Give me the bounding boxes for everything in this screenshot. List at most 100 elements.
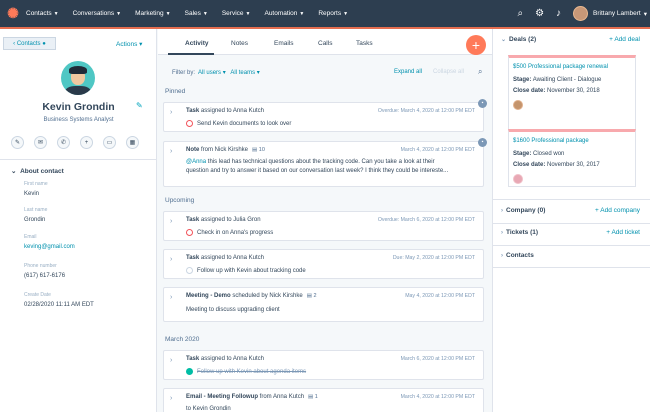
tab-activity[interactable]: Activity: [185, 40, 208, 47]
chevron-right-icon[interactable]: ›: [170, 357, 172, 364]
task-status-icon[interactable]: [186, 120, 193, 127]
chevron-right-icon: ›: [501, 230, 503, 236]
email-icon[interactable]: ✉: [34, 136, 47, 149]
divider: [493, 199, 650, 200]
contact-avatar[interactable]: [61, 61, 95, 95]
activity-date: March 4, 2020 at 12:00 PM EDT: [400, 147, 475, 153]
filter-teams-dropdown[interactable]: All teams: [230, 70, 255, 76]
deal-card[interactable]: $1600 Professional package Stage: Closed…: [508, 129, 636, 187]
tab-calls[interactable]: Calls: [318, 40, 332, 47]
divider: [0, 159, 156, 160]
section-pinned: Pinned: [165, 88, 186, 95]
task-status-icon[interactable]: [186, 229, 193, 236]
chevron-right-icon: ›: [501, 253, 503, 259]
nav-conversations[interactable]: Conversations ▼: [73, 10, 122, 17]
expand-all-link[interactable]: Expand all: [394, 69, 422, 75]
activity-card[interactable]: › Task assigned to Julia Gron Overdue: M…: [163, 211, 484, 241]
search-icon[interactable]: ⌕: [478, 67, 482, 77]
chevron-right-icon[interactable]: ›: [170, 218, 172, 225]
add-company-link[interactable]: + Add company: [595, 207, 640, 214]
activity-card[interactable]: › Meeting - Demo scheduled by Nick Kirsh…: [163, 287, 484, 322]
note-body: @Anna this lead has technical questions …: [186, 159, 449, 174]
plus-icon[interactable]: +: [80, 136, 93, 149]
deal-title-link[interactable]: $500 Professional package renewal: [513, 64, 608, 70]
nav-automation[interactable]: Automation ▼: [264, 10, 304, 17]
add-ticket-link[interactable]: + Add ticket: [606, 229, 640, 236]
comment-icon: ▤: [306, 293, 312, 299]
contacts-header[interactable]: › Contacts: [501, 252, 534, 259]
chevron-right-icon[interactable]: ›: [170, 148, 172, 155]
company-header[interactable]: › Company (0): [501, 207, 545, 214]
collapse-all-link[interactable]: Collapse all: [433, 69, 464, 75]
email-value[interactable]: keving@gmail.com: [24, 244, 75, 250]
add-deal-link[interactable]: + Add deal: [609, 36, 640, 43]
nav-marketing[interactable]: Marketing ▼: [135, 10, 171, 17]
activity-date: March 4, 2020 at 12:00 PM EDT: [400, 394, 475, 400]
tab-emails[interactable]: Emails: [274, 40, 294, 47]
nav-service[interactable]: Service ▼: [222, 10, 251, 17]
chevron-right-icon[interactable]: ›: [170, 256, 172, 263]
activity-card[interactable]: ▪ › Task assigned to Anna Kutch Overdue:…: [163, 99, 487, 132]
actions-dropdown[interactable]: Actions ▾: [116, 40, 142, 48]
active-tab-indicator: [168, 53, 214, 55]
activity-card[interactable]: › Task assigned to Anna Kutch Due: May 2…: [163, 249, 484, 279]
pin-icon[interactable]: ▪: [478, 99, 487, 108]
deals-header[interactable]: ⌄ Deals (2): [501, 36, 536, 43]
contacts-back-button[interactable]: ‹ Contacts ●: [3, 37, 56, 50]
nav-sales[interactable]: Sales ▼: [185, 10, 208, 17]
edit-pencil-icon[interactable]: ✎: [136, 101, 143, 110]
chevron-down-icon: ⌄: [11, 168, 17, 175]
section-upcoming: Upcoming: [165, 197, 195, 204]
activity-date: Overdue: March 4, 2020 at 12:00 PM EDT: [377, 108, 475, 114]
tab-tasks[interactable]: Tasks: [356, 40, 373, 47]
tab-notes[interactable]: Notes: [231, 40, 248, 47]
phone-value[interactable]: (617) 617-6176: [24, 273, 65, 279]
person-icon: ●: [42, 40, 46, 47]
create-date-label: Create Date: [24, 292, 51, 298]
contact-actions: ✎ ✉ ✆ + ▭ ▦: [11, 136, 149, 149]
filter-users-dropdown[interactable]: All users: [198, 70, 221, 76]
calendar-icon[interactable]: ▦: [126, 136, 139, 149]
activity-card[interactable]: › Task assigned to Anna Kutch March 6, 2…: [163, 350, 484, 380]
contact-sidebar: ‹ Contacts ● Actions ▾ Kevin Grondin ✎ B…: [0, 29, 157, 412]
filter-bar: Filter by: All users ▾ All teams ▾: [172, 70, 260, 76]
nav-reports[interactable]: Reports ▼: [318, 10, 348, 17]
add-activity-button[interactable]: +: [466, 35, 486, 55]
chevron-right-icon[interactable]: ›: [170, 395, 172, 402]
task-status-icon[interactable]: [186, 267, 193, 274]
deal-owner-avatar[interactable]: [513, 100, 523, 110]
activity-card[interactable]: ▪ › Note from Nick Kirshke ▤ 10 March 4, …: [163, 138, 487, 187]
task-complete-icon[interactable]: [186, 368, 193, 375]
gear-icon[interactable]: ⚙: [535, 8, 544, 19]
bell-icon[interactable]: ♪: [556, 8, 561, 19]
task-icon[interactable]: ▭: [103, 136, 116, 149]
user-avatar[interactable]: [573, 6, 589, 21]
create-date-value[interactable]: 02/28/2020 11:11 AM EDT: [24, 302, 94, 308]
about-contact-header[interactable]: ⌄ About contact: [11, 167, 64, 175]
activity-card[interactable]: › Email - Meeting Followup from Anna Kut…: [163, 388, 484, 412]
divider: [493, 267, 650, 268]
first-name-value[interactable]: Kevin: [24, 191, 39, 197]
nav-contacts[interactable]: Contacts ▼: [26, 10, 59, 17]
tickets-header[interactable]: › Tickets (1): [501, 229, 538, 236]
user-name[interactable]: Brittany Lambert: [593, 10, 641, 17]
note-icon[interactable]: ✎: [11, 136, 24, 149]
activity-tabs: Activity Notes Emails Calls Tasks +: [158, 29, 492, 55]
pin-icon[interactable]: ▪: [478, 138, 487, 147]
activity-date: Overdue: March 6, 2020 at 12:00 PM EDT: [377, 217, 475, 223]
search-icon[interactable]: ⌕: [517, 8, 523, 19]
chevron-down-icon: ⌄: [501, 37, 507, 43]
deal-owner-avatar[interactable]: [513, 174, 523, 184]
chevron-right-icon: ›: [501, 208, 503, 214]
phone-icon[interactable]: ✆: [57, 136, 70, 149]
divider: [493, 245, 650, 246]
chevron-down-icon[interactable]: ▾: [644, 10, 647, 18]
last-name-value[interactable]: Grondin: [24, 217, 45, 223]
hubspot-logo-icon[interactable]: ✺: [0, 5, 26, 22]
activity-date: May 4, 2020 at 12:00 PM EDT: [405, 293, 475, 299]
deal-title-link[interactable]: $1600 Professional package: [513, 138, 589, 144]
email-label: Email: [24, 234, 37, 240]
chevron-right-icon[interactable]: ›: [170, 294, 172, 301]
comment-icon: ▤: [252, 147, 258, 153]
chevron-right-icon[interactable]: ›: [170, 109, 172, 116]
